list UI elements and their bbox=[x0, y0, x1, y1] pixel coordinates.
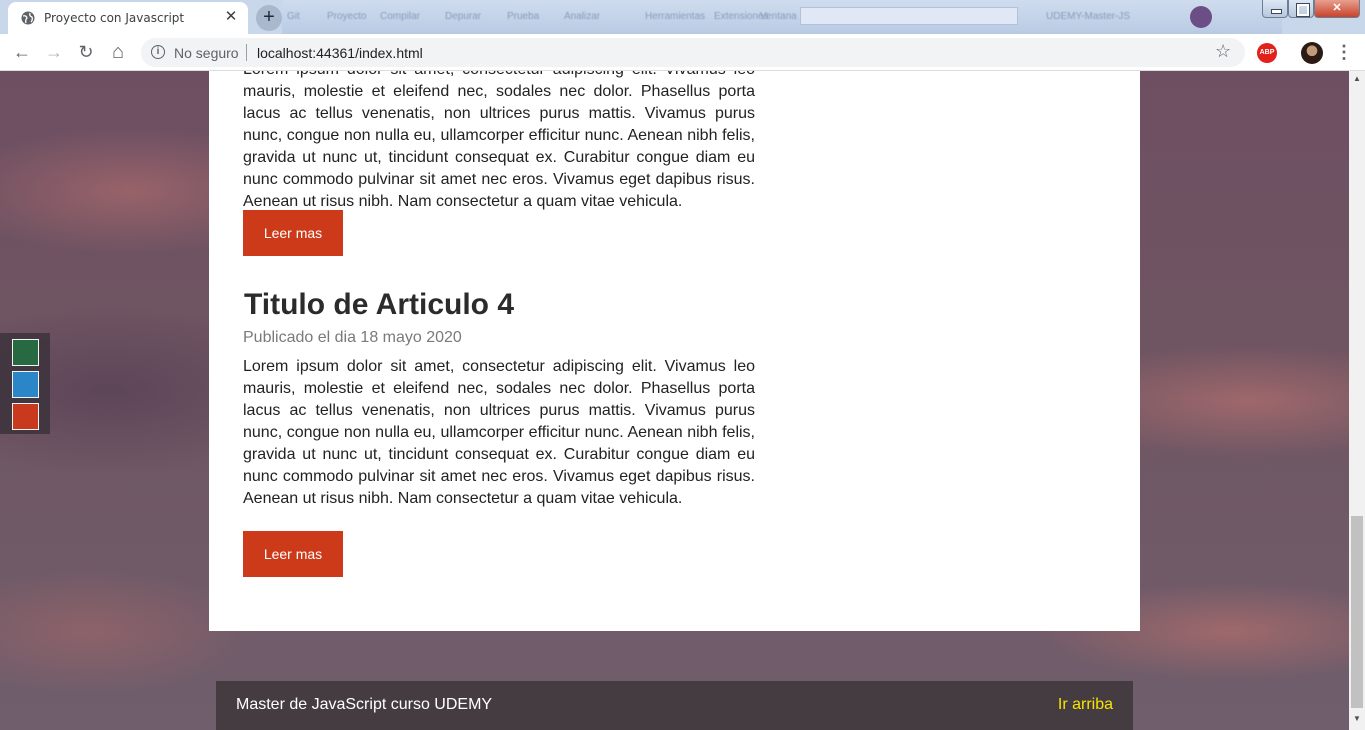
bookmark-star-icon[interactable]: ☆ bbox=[1215, 41, 1231, 62]
page-viewport: Lorem ipsum dolor sit amet, consectetur … bbox=[0, 71, 1349, 730]
tab-title: Proyecto con Javascript bbox=[44, 11, 185, 25]
read-more-button[interactable]: Leer mas bbox=[243, 531, 343, 577]
security-label: No seguro bbox=[174, 45, 239, 61]
footer: Master de JavaScript curso UDEMY Ir arri… bbox=[216, 681, 1133, 730]
browser-tab-strip: Git Proyecto Compilar Depurar Prueba Ana… bbox=[0, 0, 1365, 34]
maximize-button[interactable] bbox=[1288, 0, 1314, 18]
article-4-date: Publicado el dia 18 mayo 2020 bbox=[243, 329, 462, 346]
background-search-box bbox=[800, 7, 1018, 25]
theme-blue-swatch[interactable] bbox=[12, 371, 39, 398]
scroll-up-arrow-icon[interactable]: ▲ bbox=[1349, 71, 1365, 87]
footer-text: Master de JavaScript curso UDEMY bbox=[236, 696, 493, 713]
articles-container: Lorem ipsum dolor sit amet, consectetur … bbox=[209, 71, 1140, 631]
globe-icon bbox=[21, 11, 35, 25]
info-icon[interactable]: i bbox=[151, 45, 165, 59]
reload-icon[interactable]: ↻ bbox=[72, 38, 100, 66]
scroll-down-arrow-icon[interactable]: ▼ bbox=[1349, 711, 1365, 727]
article-3-body: Lorem ipsum dolor sit amet, consectetur … bbox=[243, 71, 755, 210]
new-tab-button[interactable]: + bbox=[256, 5, 282, 31]
close-window-button[interactable]: ✕ bbox=[1314, 0, 1360, 18]
theme-selector bbox=[0, 333, 50, 434]
background-window-menubar: Git Proyecto Compilar Depurar Prueba Ana… bbox=[282, 0, 1282, 34]
adblock-extension-icon[interactable]: ABP bbox=[1257, 43, 1277, 63]
window-controls: ✕ bbox=[1260, 0, 1365, 20]
article-4-title: Titulo de Articulo 4 bbox=[244, 288, 515, 321]
browser-tab[interactable]: Proyecto con Javascript ✕ bbox=[8, 2, 248, 34]
home-icon[interactable]: ⌂ bbox=[104, 38, 132, 66]
theme-green-swatch[interactable] bbox=[12, 339, 39, 366]
forward-icon[interactable]: → bbox=[40, 38, 68, 66]
close-tab-icon[interactable]: ✕ bbox=[223, 9, 239, 25]
theme-red-swatch[interactable] bbox=[12, 403, 39, 430]
minimize-button[interactable] bbox=[1262, 0, 1288, 18]
scrollbar-thumb[interactable] bbox=[1351, 516, 1363, 708]
address-bar[interactable]: i No seguro localhost:44361/index.html ☆ bbox=[141, 38, 1245, 67]
read-more-button[interactable]: Leer mas bbox=[243, 210, 343, 256]
back-icon[interactable]: ← bbox=[8, 38, 36, 66]
omnibox-divider bbox=[246, 44, 247, 61]
background-avatar-icon bbox=[1190, 6, 1212, 28]
vertical-scrollbar[interactable]: ▲ ▼ bbox=[1349, 71, 1365, 730]
url-text[interactable]: localhost:44361/index.html bbox=[257, 45, 423, 61]
back-to-top-link[interactable]: Ir arriba bbox=[1058, 696, 1113, 714]
browser-menu-icon[interactable]: ⋮ bbox=[1335, 42, 1353, 64]
browser-toolbar: ← → ↻ ⌂ i No seguro localhost:44361/inde… bbox=[0, 34, 1365, 71]
profile-avatar[interactable] bbox=[1301, 42, 1323, 64]
article-4-body: Lorem ipsum dolor sit amet, consectetur … bbox=[243, 358, 755, 507]
